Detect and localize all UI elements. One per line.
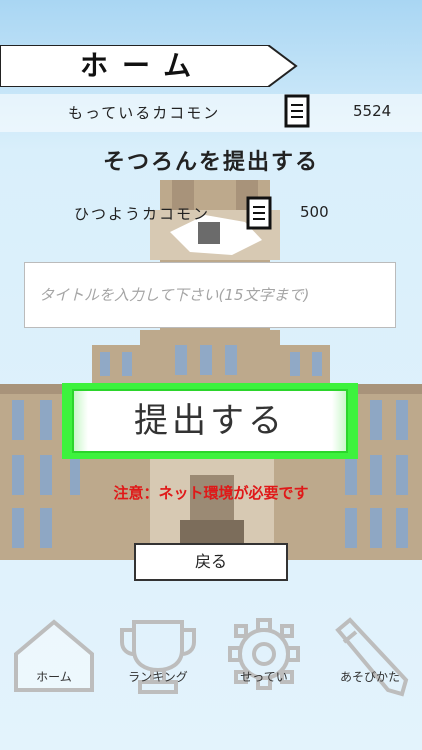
- nav-home-label: ホーム: [36, 670, 72, 684]
- required-coins-value: 500: [300, 203, 329, 221]
- nav-settings-label: せってい: [240, 670, 288, 684]
- document-icon: [246, 196, 272, 230]
- document-icon: [284, 94, 310, 128]
- nav-settings[interactable]: せってい: [212, 612, 316, 702]
- nav-ranking-label: ランキング: [128, 670, 188, 684]
- nav-howto[interactable]: あそびかた: [318, 612, 422, 702]
- coins-label: もっているカコモン: [68, 104, 221, 122]
- home-icon: [14, 619, 94, 692]
- coins-value: 5524: [353, 102, 392, 120]
- nav-howto-label: あそびかた: [339, 670, 400, 684]
- submit-heading: そつろんを提出する: [102, 150, 319, 175]
- back-button[interactable]: 戻る: [134, 543, 288, 581]
- gear-icon: [228, 618, 300, 690]
- nav-ranking[interactable]: ランキング: [106, 612, 210, 702]
- title-input[interactable]: [24, 262, 396, 328]
- nav-home[interactable]: ホーム: [2, 612, 106, 702]
- trophy-icon: [120, 620, 196, 694]
- network-warning: 注意：ネット環境が必要です: [113, 484, 309, 502]
- submit-button-label: 提出する: [134, 401, 286, 441]
- page-title: ホーム: [80, 49, 206, 82]
- submit-button[interactable]: 提出する: [62, 383, 358, 459]
- pencil-icon: [335, 617, 409, 697]
- required-coins-label: ひつようカコモン: [74, 205, 211, 223]
